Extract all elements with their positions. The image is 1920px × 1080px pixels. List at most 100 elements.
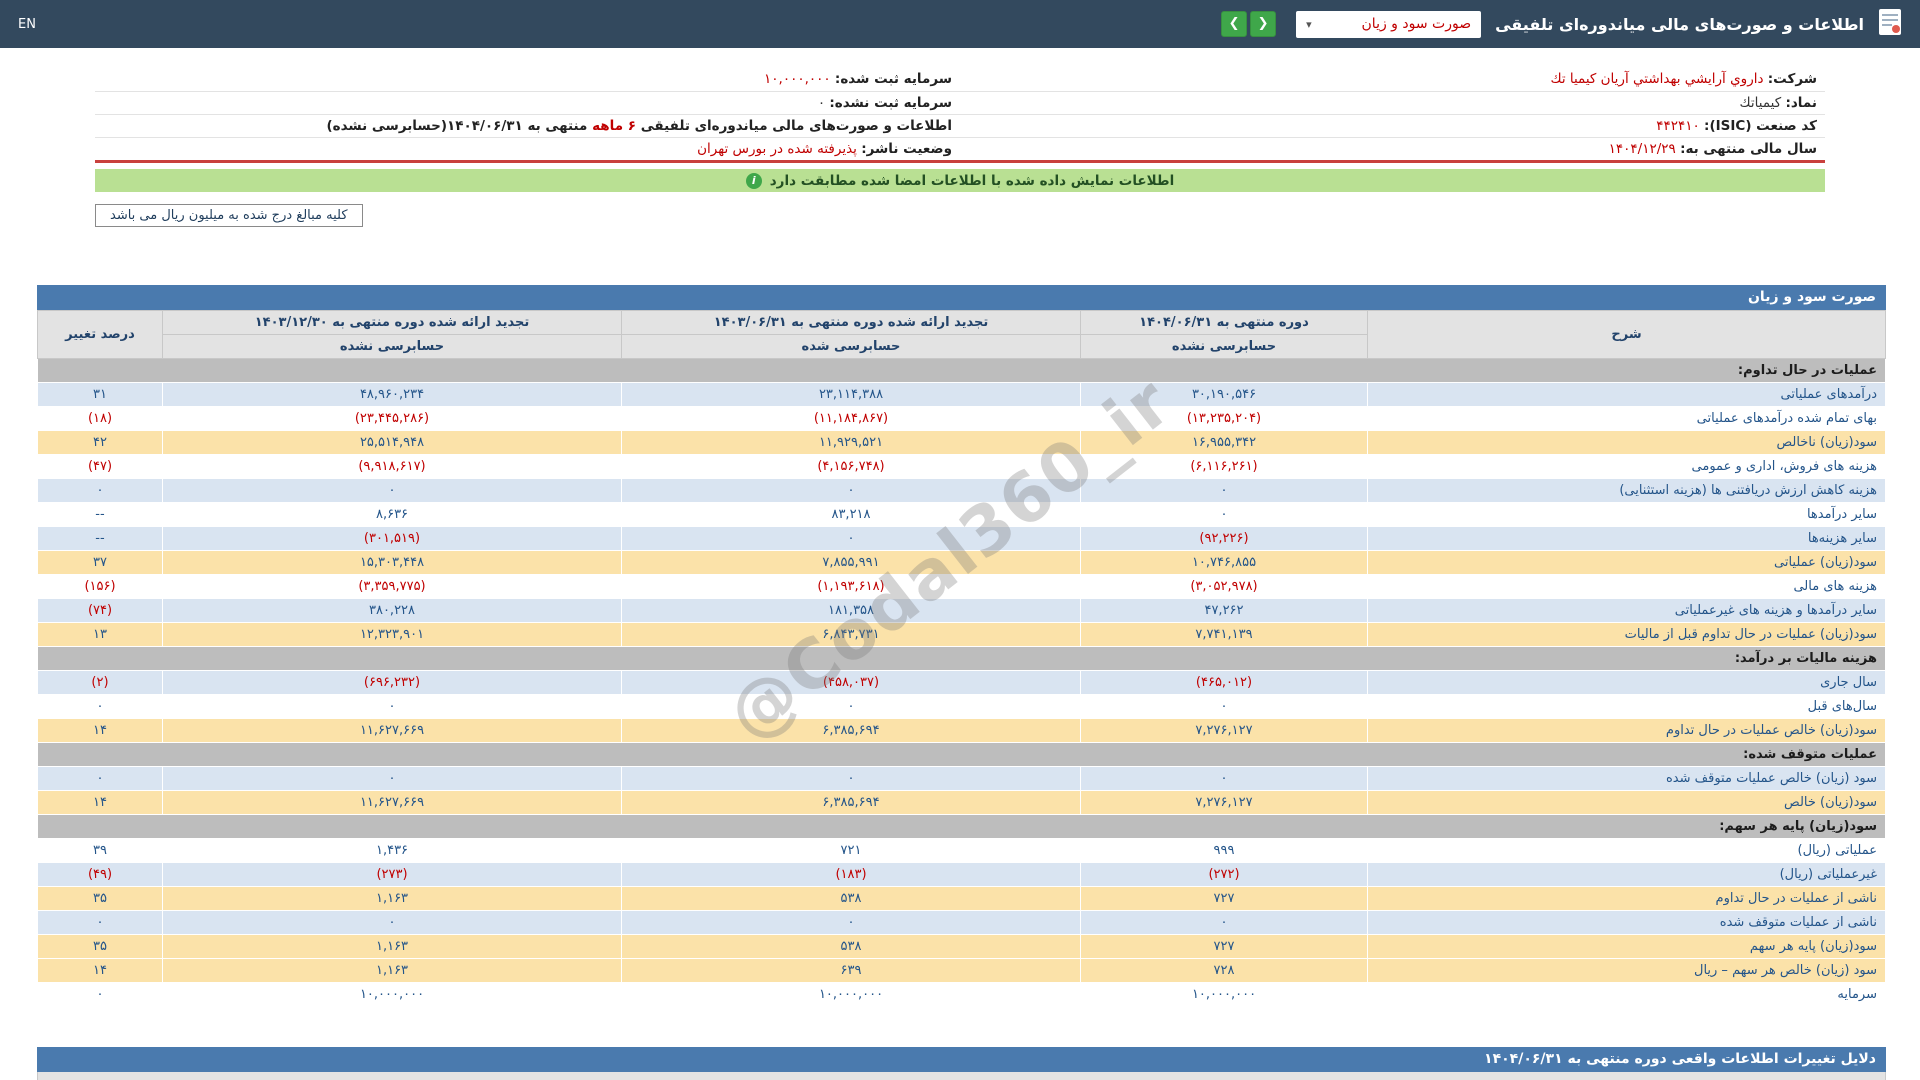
table-row: غیرعملیاتی (ریال)(۲۷۲)(۱۸۳)(۲۷۳)(۴۹) [38,863,1886,887]
value-cell: ۶,۳۸۵,۶۹۴ [622,719,1081,743]
value-cell: ۰ [622,479,1081,503]
change-pct-cell: ۰ [38,911,163,935]
change-pct-cell: ۰ [38,695,163,719]
change-pct-cell: ۳۵ [38,935,163,959]
value-cell: ۰ [622,695,1081,719]
value-cell: (۱۸۳) [622,863,1081,887]
row-label: سود(زیان) خالص عملیات در حال تداوم [1368,719,1886,743]
change-pct-cell: (۷۴) [38,599,163,623]
table-row: ناشی از عملیات در حال تداوم۷۲۷۵۳۸۱,۱۶۳۳۵ [38,887,1886,911]
col-current-period: دوره منتهی به ۱۴۰۴/۰۶/۳۱ [1081,311,1368,335]
value-cell: (۳۰۱,۵۱۹) [163,527,622,551]
isic-value: ۴۴۲۴۱۰ [1656,118,1700,134]
symbol-value: كيمياتك [1740,95,1782,111]
value-cell: (۶۹۶,۲۳۲) [163,671,622,695]
value-cell: ۷۲۷ [1081,887,1368,911]
value-cell: ۰ [622,911,1081,935]
next-statement-button[interactable]: ❯ [1221,11,1247,37]
change-pct-cell: ۰ [38,983,163,1007]
info-row: نماد: كيمياتك سرمایه ثبت نشده: ۰ [95,91,1825,114]
value-cell: ۱,۱۶۳ [163,887,622,911]
value-cell: ۸,۶۳۶ [163,503,622,527]
value-cell: ۴۸,۹۶۰,۲۳۴ [163,383,622,407]
company-value: داروي آرايشي بهداشتي آريان كيميا تك [1550,71,1763,87]
col-current-period-sub: حسابرسی نشده [1081,335,1368,359]
value-cell: ۱۲,۳۲۳,۹۰۱ [163,623,622,647]
value-cell: (۱۳,۲۳۵,۲۰۴) [1081,407,1368,431]
info-row: سال مالی منتهی به: ۱۴۰۴/۱۲/۲۹ وضعیت ناشر… [95,137,1825,160]
value-cell: ۰ [1081,503,1368,527]
change-pct-cell: (۲) [38,671,163,695]
table-row: سود(زیان) ناخالص۱۶,۹۵۵,۳۴۲۱۱,۹۲۹,۵۲۱۲۵,۵… [38,431,1886,455]
value-cell: ۱۶,۹۵۵,۳۴۲ [1081,431,1368,455]
table-row: هزینه های فروش، اداری و عمومی(۶,۱۱۶,۲۶۱)… [38,455,1886,479]
language-toggle[interactable]: EN [18,17,36,32]
unregistered-capital-value: ۰ [818,95,825,111]
page-title: اطلاعات و صورت‌های مالی میاندوره‌ای تلفی… [1495,15,1864,34]
row-label: سود(زیان) خالص [1368,791,1886,815]
row-label: سایر درآمدها [1368,503,1886,527]
change-pct-cell: ۰ [38,767,163,791]
changes-reasons-header [37,1072,1886,1080]
value-cell: (۲۷۳) [163,863,622,887]
table-row: سود(زیان) عملیات در حال تداوم قبل از مال… [38,623,1886,647]
value-cell: ۰ [622,527,1081,551]
change-pct-cell: ۴۲ [38,431,163,455]
section-row: عملیات در حال تداوم: [38,359,1886,383]
value-cell: ۶,۳۸۵,۶۹۴ [622,791,1081,815]
row-label: درآمدهای عملیاتی [1368,383,1886,407]
section-label: عملیات در حال تداوم: [38,359,1886,383]
table-row: بهای تمام شده درآمدهای عملیاتی(۱۳,۲۳۵,۲۰… [38,407,1886,431]
value-cell: ۱۰,۷۴۶,۸۵۵ [1081,551,1368,575]
amounts-note-area: کلیه مبالغ درج شده به میلیون ریال می باش… [95,204,1825,227]
value-cell: ۱,۱۶۳ [163,959,622,983]
section-label: عملیات متوقف شده: [38,743,1886,767]
table-row: سال‌های قبل۰۰۰۰ [38,695,1886,719]
value-cell: ۷,۷۴۱,۱۳۹ [1081,623,1368,647]
row-label: سال‌های قبل [1368,695,1886,719]
info-icon: i [746,173,762,189]
change-pct-cell: ۳۱ [38,383,163,407]
section-label: هزینه مالیات بر درآمد: [38,647,1886,671]
prev-statement-button[interactable]: ❮ [1250,11,1276,37]
table-row: سود(زیان) خالص عملیات در حال تداوم۷,۲۷۶,… [38,719,1886,743]
table-row: عملیاتی (ریال)۹۹۹۷۲۱۱,۴۳۶۳۹ [38,839,1886,863]
value-cell: ۷,۸۵۵,۹۹۱ [622,551,1081,575]
value-cell: ۰ [163,767,622,791]
table-row: سایر درآمدها۰۸۳,۲۱۸۸,۶۳۶-- [38,503,1886,527]
income-statement: صورت سود و زیان شرح دوره منتهی به ۱۴۰۴/۰… [37,285,1886,1007]
row-label: بهای تمام شده درآمدهای عملیاتی [1368,407,1886,431]
period-months: ۶ ماهه [592,118,636,134]
value-cell: ۱,۱۶۳ [163,935,622,959]
table-row: درآمدهای عملیاتی۳۰,۱۹۰,۵۴۶۲۳,۱۱۴,۳۸۸۴۸,۹… [38,383,1886,407]
period-label: اطلاعات و صورت‌های مالی میاندوره‌ای تلفی… [636,118,952,134]
value-cell: ۱۰,۰۰۰,۰۰۰ [163,983,622,1007]
table-row: سایر درآمدها و هزینه های غیرعملیاتی۴۷,۲۶… [38,599,1886,623]
section-row: هزینه مالیات بر درآمد: [38,647,1886,671]
table-row: سود (زیان) خالص عملیات متوقف شده۰۰۰۰ [38,767,1886,791]
statement-select[interactable]: صورت سود و زیان ▾ [1296,11,1481,38]
change-pct-cell: (۱۵۶) [38,575,163,599]
row-label: ناشی از عملیات در حال تداوم [1368,887,1886,911]
row-label: سود(زیان) پایه هر سهم [1368,935,1886,959]
value-cell: ۱۸۱,۳۵۸ [622,599,1081,623]
value-cell: ۹۹۹ [1081,839,1368,863]
row-label: غیرعملیاتی (ریال) [1368,863,1886,887]
value-cell: (۳,۳۵۹,۷۷۵) [163,575,622,599]
table-row: سایر هزینه‌ها(۹۲,۲۲۶)۰(۳۰۱,۵۱۹)-- [38,527,1886,551]
change-pct-cell: (۴۷) [38,455,163,479]
value-cell: (۶,۱۱۶,۲۶۱) [1081,455,1368,479]
value-cell: ۷۲۱ [622,839,1081,863]
value-cell: ۳۸۰,۲۲۸ [163,599,622,623]
statements-icon [1878,8,1902,40]
row-label: هزینه کاهش ارزش دریافتنی ها (هزینه استثن… [1368,479,1886,503]
amounts-unit-note: کلیه مبالغ درج شده به میلیون ریال می باش… [95,204,363,227]
row-label: ناشی از عملیات متوقف شده [1368,911,1886,935]
value-cell: ۱۵,۳۰۳,۴۴۸ [163,551,622,575]
row-label: هزینه های مالی [1368,575,1886,599]
value-cell: ۸۳,۲۱۸ [622,503,1081,527]
change-pct-cell: ۱۴ [38,959,163,983]
value-cell: ۷۲۸ [1081,959,1368,983]
change-pct-cell: ۱۴ [38,719,163,743]
value-cell: ۴۷,۲۶۲ [1081,599,1368,623]
